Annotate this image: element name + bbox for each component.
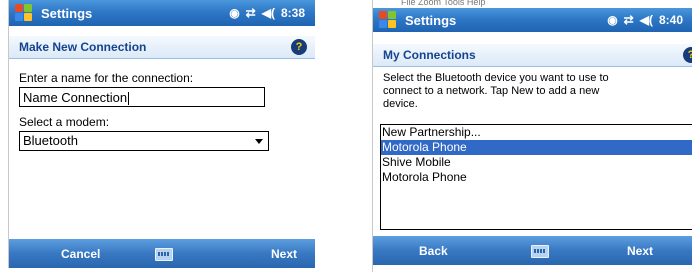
app-title: Settings (405, 12, 457, 28)
title-bar: Settings ◉ ⇄ ◀( 8:38 (9, 0, 315, 26)
device-list[interactable]: New Partnership... Motorola Phone Shive … (380, 124, 692, 230)
instructions-text: Select the Bluetooth device you want to … (383, 72, 609, 110)
keyboard-icon[interactable] (531, 245, 549, 258)
right-screen: File Zoom Tools Help Settings ◉ ⇄ ◀( 8:4… (372, 0, 692, 272)
connection-name-label: Enter a name for the connection: (19, 71, 194, 85)
connectivity-icon[interactable]: ⇄ (624, 13, 634, 27)
sync-icon[interactable]: ◉ (607, 13, 617, 27)
app-title: Settings (41, 5, 93, 21)
emulator-menu-strip: File Zoom Tools Help (373, 0, 692, 8)
keyboard-icon[interactable] (155, 248, 173, 261)
help-icon[interactable]: ? (683, 47, 692, 63)
modem-select[interactable]: Bluetooth (19, 131, 269, 151)
help-icon[interactable]: ? (291, 39, 307, 55)
next-button[interactable]: Next (627, 244, 653, 258)
connection-name-input[interactable]: Name Connection (19, 87, 265, 107)
page-title: My Connections (383, 48, 476, 62)
clock[interactable]: 8:40 (659, 13, 683, 27)
list-item[interactable]: Motorola Phone (381, 170, 692, 185)
title-bar: Settings ◉ ⇄ ◀( 8:40 (373, 8, 692, 32)
text-caret (128, 92, 130, 106)
left-screen: Settings ◉ ⇄ ◀( 8:38 Make New Connection… (8, 0, 315, 268)
softkey-bar: Cancel Next (9, 239, 315, 268)
next-button[interactable]: Next (271, 247, 297, 261)
modem-selected-value: Bluetooth (23, 133, 78, 148)
cancel-button[interactable]: Cancel (61, 247, 100, 261)
sync-icon[interactable]: ◉ (229, 6, 239, 20)
clock[interactable]: 8:38 (281, 6, 305, 20)
page-title: Make New Connection (19, 40, 147, 54)
volume-icon[interactable]: ◀( (640, 13, 653, 27)
windows-start-icon[interactable] (379, 11, 397, 29)
chevron-down-icon[interactable] (255, 139, 263, 144)
status-icons: ◉ ⇄ ◀( 8:40 (607, 13, 683, 27)
page-header: My Connections (373, 44, 692, 67)
back-button[interactable]: Back (419, 244, 448, 258)
list-item[interactable]: Shive Mobile (381, 155, 692, 170)
softkey-bar: Back Next (373, 236, 692, 265)
status-icons: ◉ ⇄ ◀( 8:38 (229, 6, 305, 20)
list-item-selected[interactable]: Motorola Phone (381, 140, 692, 155)
connectivity-icon[interactable]: ⇄ (246, 6, 256, 20)
volume-icon[interactable]: ◀( (262, 6, 275, 20)
list-item[interactable]: New Partnership... (381, 125, 692, 140)
windows-start-icon[interactable] (15, 4, 33, 22)
connection-name-value: Name Connection (23, 90, 128, 105)
page-header: Make New Connection (9, 36, 315, 59)
modem-label: Select a modem: (19, 115, 110, 129)
